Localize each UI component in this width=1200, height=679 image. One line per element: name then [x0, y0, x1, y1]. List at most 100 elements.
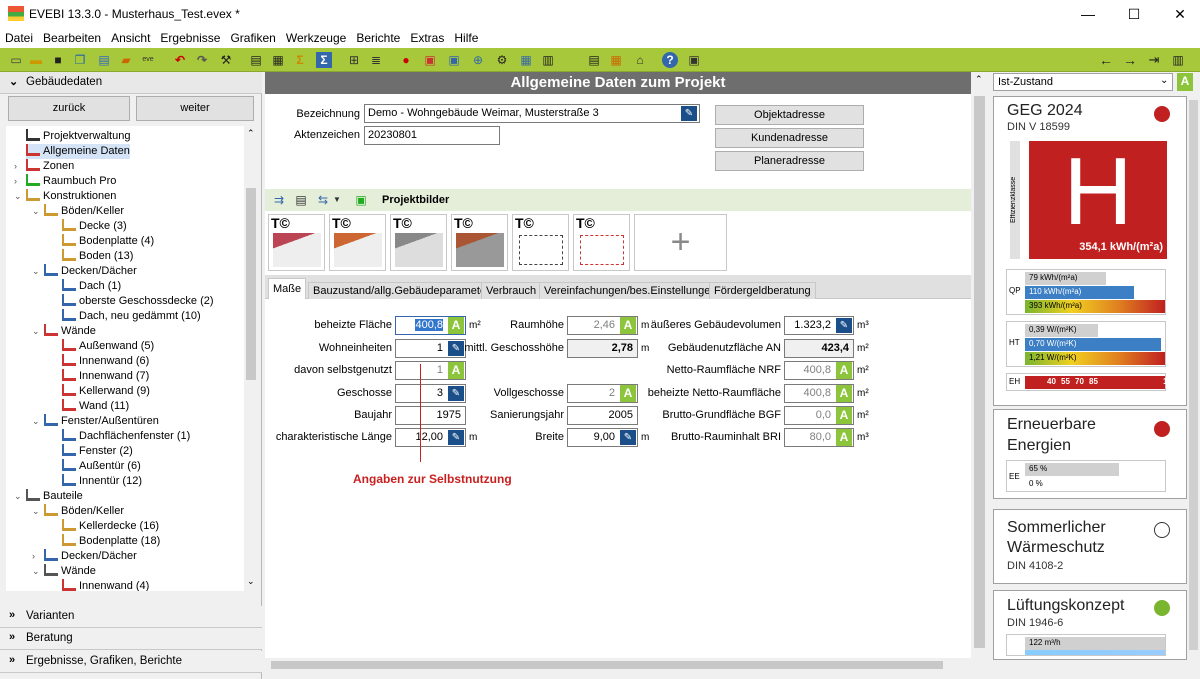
tree-item[interactable]: ⌄ Böden/Keller [32, 204, 124, 219]
edit-pen-icon[interactable]: ✎ [836, 318, 852, 333]
tree-item[interactable]: Boden (13) [62, 249, 133, 264]
sommerlicher-card[interactable]: Sommerlicher Wärmeschutz DIN 4108-2 [993, 509, 1187, 584]
auto-calc-icon[interactable]: A [836, 385, 852, 402]
tree-item[interactable]: Innenwand (4) [62, 579, 149, 591]
a-badge[interactable]: A [1177, 73, 1193, 91]
auto-calc-icon[interactable]: A [836, 407, 852, 424]
scroll-down-icon[interactable]: ⌄ [247, 576, 255, 587]
chevron-down-icon[interactable]: ⌄ [32, 264, 40, 279]
section-varianten[interactable]: » Varianten [0, 606, 262, 628]
aktenzeichen-input[interactable]: 20230801 [364, 126, 500, 145]
house-tool-icon[interactable]: ⌂ [632, 52, 648, 68]
menu-hilfe[interactable]: Hilfe [449, 28, 483, 48]
auto-calc-icon[interactable]: A [836, 362, 852, 379]
scroll-thumb[interactable] [974, 96, 985, 648]
export-icon[interactable]: ▤ [96, 52, 112, 68]
add-image-icon[interactable]: ⇉ [271, 192, 287, 208]
menu-ergebnisse[interactable]: Ergebnisse [155, 28, 225, 48]
import-icon[interactable]: ▰ [118, 52, 134, 68]
report-list-icon[interactable]: ▤ [586, 52, 602, 68]
tab-foerdergeldberatung[interactable]: Fördergeldberatung [709, 282, 816, 299]
open-folder-icon[interactable]: ▬ [28, 52, 44, 68]
scroll-up-icon[interactable]: ⌃ [247, 128, 255, 139]
sum-blue-icon[interactable]: Σ [316, 52, 332, 68]
project-image[interactable]: T© [268, 214, 325, 271]
objektadresse-button[interactable]: Objektadresse [715, 105, 864, 125]
menu-ansicht[interactable]: Ansicht [106, 28, 155, 48]
tree-item[interactable]: Außentür (6) [62, 459, 141, 474]
new-file-icon[interactable]: ▭ [8, 52, 24, 68]
project-image[interactable]: T© [329, 214, 386, 271]
scroll-up-icon[interactable]: ⌃ [975, 74, 983, 85]
maximize-button[interactable]: ☐ [1120, 4, 1148, 24]
lueftungskonzept-card[interactable]: Lüftungskonzept DIN 1946-6 122 m³/h [993, 590, 1187, 660]
back-arrow-icon[interactable]: ← [1098, 52, 1114, 68]
tab-vereinfachungen[interactable]: Vereinfachungen/bes.Einstellungen [539, 282, 722, 299]
dropdown-icon[interactable]: ▼ [329, 192, 345, 208]
save-icon[interactable]: ■ [50, 52, 66, 68]
floor-plan-image[interactable]: T© [573, 214, 630, 271]
tree-item[interactable]: Innentür (12) [62, 474, 142, 489]
tab-bauzustand[interactable]: Bauzustand/allg.Gebäudeparameter [308, 282, 495, 299]
project-image[interactable]: T© [451, 214, 508, 271]
forward-arrow-icon[interactable]: → [1122, 52, 1138, 68]
tree-item[interactable]: Dachflächenfenster (1) [62, 429, 190, 444]
variant-dropdown[interactable]: Ist-Zustand ⌄ [993, 73, 1173, 91]
back-button[interactable]: zurück [8, 96, 130, 121]
tree-item[interactable]: › Zonen [14, 159, 74, 174]
chevron-down-icon[interactable]: ⌄ [32, 504, 40, 519]
tree-item[interactable]: Bodenplatte (18) [62, 534, 160, 549]
horizontal-scrollbar[interactable] [265, 658, 971, 672]
tree-item[interactable]: Kellerdecke (16) [62, 519, 159, 534]
tree-scrollbar[interactable]: ⌃ ⌄ [244, 126, 258, 591]
clipboard-icon[interactable]: ▤ [293, 192, 309, 208]
planeradresse-button[interactable]: Planeradresse [715, 151, 864, 171]
auto-calc-icon[interactable]: A [836, 429, 852, 446]
chevron-down-icon[interactable]: ⌄ [32, 564, 40, 579]
project-image[interactable]: T© [390, 214, 447, 271]
menu-datei[interactable]: Datei [0, 28, 38, 48]
building-icon[interactable]: ▣ [422, 52, 438, 68]
menu-grafiken[interactable]: Grafiken [225, 28, 280, 48]
scroll-thumb[interactable] [271, 661, 943, 669]
settings-icon[interactable]: ⚙ [494, 52, 510, 68]
tree-item[interactable]: Innenwand (7) [62, 369, 149, 384]
redo-icon[interactable]: ↷ [194, 52, 210, 68]
section-ergebnisse[interactable]: » Ergebnisse, Grafiken, Berichte [0, 651, 262, 673]
forward-button[interactable]: weiter [136, 96, 254, 121]
copy-icon[interactable]: ❐ [72, 52, 88, 68]
geg-card[interactable]: GEG 2024 DIN V 18599 Effizienzklasse H 3… [993, 96, 1187, 406]
chevron-down-icon[interactable]: ⌄ [32, 324, 40, 339]
undo-icon[interactable]: ↶ [172, 52, 188, 68]
main-scrollbar[interactable]: ⌃ [971, 72, 988, 658]
section-gebaeudedaten[interactable]: ⌄ Gebäudedaten [0, 72, 262, 94]
info-box-icon[interactable]: ▣ [686, 52, 702, 68]
minimize-button[interactable]: — [1074, 4, 1102, 24]
tree-icon[interactable]: ⊞ [346, 52, 362, 68]
print-icon[interactable]: ▦ [608, 52, 624, 68]
tree-item[interactable]: Decke (3) [62, 219, 127, 234]
menu-berichte[interactable]: Berichte [351, 28, 405, 48]
tree-item[interactable]: ⌄ Fenster/Außentüren [32, 414, 159, 429]
energy-icon[interactable]: ● [398, 52, 414, 68]
chevron-down-icon[interactable]: ⌄ [32, 414, 40, 429]
tree-item[interactable]: › Decken/Dächer [32, 549, 137, 564]
sum-icon[interactable]: Σ [292, 52, 308, 68]
bezeichnung-input[interactable]: Demo - Wohngebäude Weimar, Musterstraße … [364, 104, 700, 123]
tree-item[interactable]: Kellerwand (9) [62, 384, 150, 399]
menu-extras[interactable]: Extras [405, 28, 449, 48]
menu-bearbeiten[interactable]: Bearbeiten [38, 28, 106, 48]
tree-item[interactable]: ⌄ Konstruktionen [14, 189, 116, 204]
globe-icon[interactable]: ⊕ [470, 52, 486, 68]
panel-icon[interactable]: ▥ [1170, 52, 1186, 68]
add-image-button[interactable]: + [634, 214, 727, 271]
close-button[interactable]: ✕ [1166, 4, 1194, 24]
tree-item[interactable]: Dach, neu gedämmt (10) [62, 309, 201, 324]
tree-item[interactable]: Wand (11) [62, 399, 129, 414]
tree-item[interactable]: ⌄ Wände [32, 564, 96, 579]
tree-item[interactable]: oberste Geschossdecke (2) [62, 294, 214, 309]
tree-item[interactable]: Allgemeine Daten [26, 144, 130, 159]
tab-masse[interactable]: Maße [268, 278, 307, 299]
auto-calc-icon[interactable]: A [448, 362, 464, 379]
tab-verbrauch[interactable]: Verbrauch [481, 282, 542, 299]
